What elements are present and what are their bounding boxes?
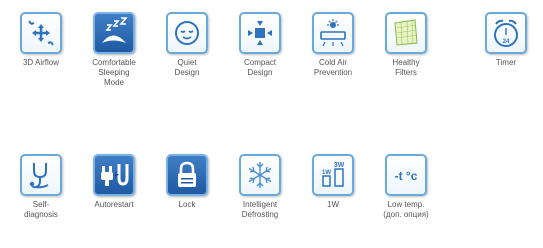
timer-text: 24 bbox=[503, 39, 510, 45]
low-temp-icon: -t °c bbox=[385, 154, 427, 196]
feature-label: Quiet Design bbox=[174, 58, 200, 77]
lock-icon bbox=[166, 154, 208, 196]
plug-icon bbox=[93, 154, 135, 196]
feature-label: 3D Airflow bbox=[22, 58, 59, 67]
quiet-face-icon bbox=[166, 12, 208, 54]
feature-label: Self- diagnosis bbox=[24, 200, 58, 219]
feature-label: Comfortable Sleeping Mode bbox=[92, 58, 136, 87]
sleep-icon bbox=[93, 12, 135, 54]
feature-label: Compact Design bbox=[243, 58, 276, 77]
small-watt-text: 1W bbox=[322, 170, 331, 176]
snowflake-icon bbox=[239, 154, 281, 196]
feature-label: Cold Air Prevention bbox=[313, 58, 353, 77]
stethoscope-icon bbox=[20, 154, 62, 196]
feature-label: Intelligent Defrosting bbox=[241, 200, 279, 219]
filter-icon bbox=[385, 12, 427, 54]
low-temp-text: -t °c bbox=[395, 169, 418, 183]
cold-air-icon bbox=[312, 12, 354, 54]
feature-label: Timer bbox=[495, 58, 517, 67]
feature-label: Low temp. (доп. опция) bbox=[383, 200, 429, 219]
timer-icon: 24 bbox=[485, 12, 527, 54]
feature-label: Lock bbox=[178, 200, 196, 209]
compact-icon bbox=[239, 12, 281, 54]
power-1w-icon: 1W 3W bbox=[312, 154, 354, 196]
feature-label: Healthy Filters bbox=[392, 58, 420, 77]
big-watt-text: 3W bbox=[334, 162, 345, 169]
feature-label: 1W bbox=[327, 200, 339, 209]
arrows-3d-icon bbox=[20, 12, 62, 54]
feature-label: Autorestart bbox=[94, 200, 134, 209]
